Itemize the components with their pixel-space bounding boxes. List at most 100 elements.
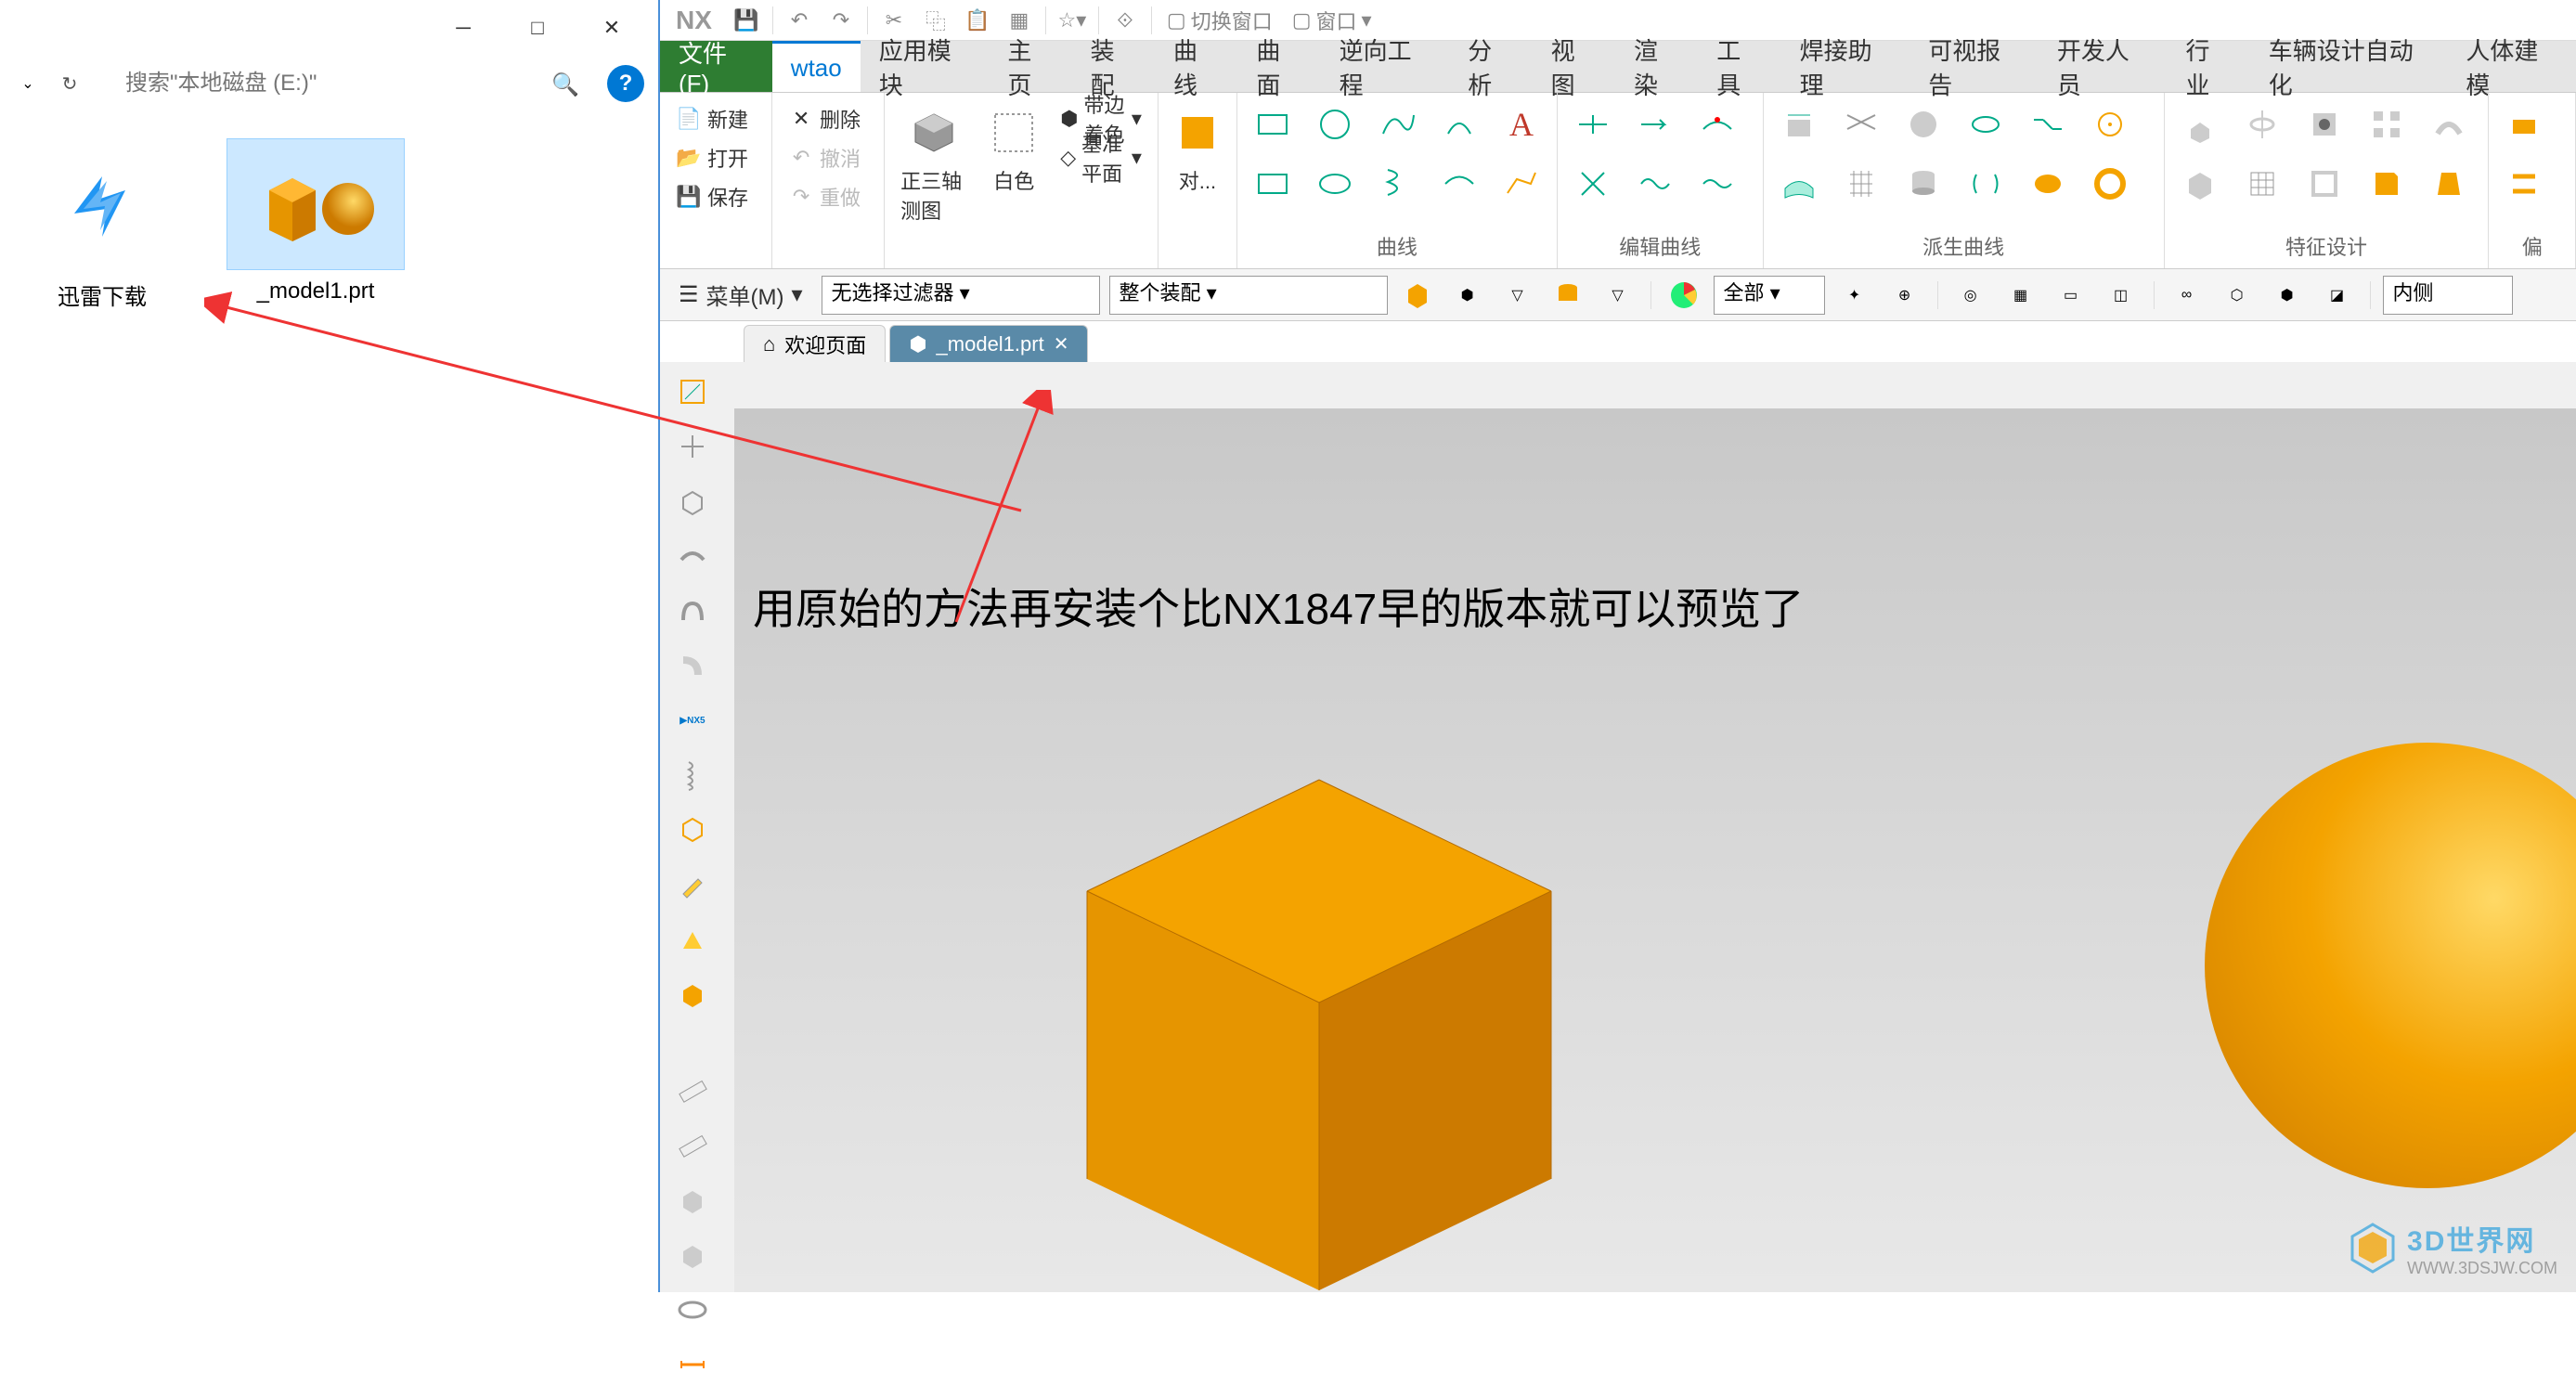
menu-render[interactable]: 渲染 — [1615, 41, 1698, 92]
revolve-tool-icon[interactable] — [672, 1289, 713, 1330]
ruler2-icon[interactable] — [672, 1125, 713, 1166]
new-button[interactable]: 📄新建 — [671, 100, 760, 137]
switch-window-button[interactable]: ▢ 切换窗口 — [1159, 6, 1280, 35]
window-button[interactable]: ▢ 窗口 ▾ — [1285, 6, 1379, 35]
ellipse-icon[interactable] — [1311, 160, 1359, 208]
undo-icon[interactable]: ↶ — [781, 2, 818, 39]
assembly-select[interactable]: 整个装配 ▾ — [1109, 276, 1388, 315]
funnel2-icon[interactable]: ▽ — [1598, 275, 1638, 316]
menu-file[interactable]: 文件(F) — [660, 41, 772, 92]
circle-icon[interactable] — [1311, 100, 1359, 149]
open-button[interactable]: 📂打开 — [671, 139, 760, 176]
link-tool-icon[interactable]: ∞ — [2167, 275, 2207, 316]
minimize-button[interactable]: ─ — [426, 5, 500, 51]
donut-icon[interactable] — [2086, 160, 2134, 208]
tab-model[interactable]: ⬢ _model1.prt ✕ — [889, 325, 1088, 362]
menu-reverse[interactable]: 逆向工程 — [1321, 41, 1450, 92]
overlap-icon[interactable]: ◪ — [2317, 275, 2358, 316]
spring-icon[interactable] — [672, 755, 713, 796]
offset-curve-icon[interactable] — [1961, 100, 2010, 149]
menu-vehicle[interactable]: 车辆设计自动化 — [2250, 41, 2448, 92]
white-button[interactable]: 白色 — [981, 100, 1046, 261]
sweep-icon[interactable] — [2425, 100, 2473, 149]
draft-icon[interactable] — [2425, 160, 2473, 208]
extend-icon[interactable] — [1631, 100, 1679, 149]
menu-developer[interactable]: 开发人员 — [2039, 41, 2168, 92]
helix-icon[interactable] — [1373, 160, 1421, 208]
mesh-icon[interactable] — [1837, 160, 1885, 208]
scissors-icon[interactable] — [1569, 160, 1617, 208]
layer-icon[interactable]: ◫ — [2101, 275, 2142, 316]
filter-select[interactable]: 无选择过滤器 ▾ — [822, 276, 1100, 315]
menu-tool[interactable]: 工具 — [1698, 41, 1780, 92]
menu-app-module[interactable]: 应用模块 — [861, 41, 990, 92]
nx5-icon[interactable]: ▶NX5 — [672, 700, 713, 741]
spline-icon[interactable] — [1373, 100, 1421, 149]
datum-plane-button[interactable]: ◇基准平面▾ — [1055, 139, 1146, 176]
crosshair-icon[interactable]: ◎ — [1950, 275, 1991, 316]
measure-icon[interactable] — [672, 1344, 713, 1385]
file-item-model[interactable]: _model1.prt — [232, 139, 399, 311]
bridge-icon[interactable] — [2024, 100, 2072, 149]
close-button[interactable]: ✕ — [575, 5, 649, 51]
funnel-icon[interactable]: ▽ — [1497, 275, 1538, 316]
pencil-icon[interactable] — [672, 864, 713, 905]
redo-icon[interactable]: ↷ — [822, 2, 860, 39]
nav-dropdown[interactable]: ⌄ — [14, 70, 42, 97]
sketch-icon[interactable] — [672, 371, 713, 412]
text-icon[interactable]: A — [1497, 100, 1546, 149]
hole-icon[interactable] — [2300, 100, 2349, 149]
file-item-thunder[interactable]: 迅雷下载 — [19, 139, 186, 311]
rectangle2-icon[interactable] — [1249, 160, 1297, 208]
hex-tool-icon[interactable]: ⬡ — [2217, 275, 2258, 316]
circle-center-icon[interactable] — [2086, 100, 2134, 149]
delete-button[interactable]: ✕删除 — [783, 100, 873, 137]
surface-tool-icon[interactable] — [672, 536, 713, 576]
cross-icon[interactable]: ✦ — [1834, 275, 1875, 316]
revolve-icon[interactable] — [2238, 100, 2286, 149]
inside-select[interactable]: 内侧 — [2383, 276, 2513, 315]
select-tool-icon[interactable]: ▭ — [2051, 275, 2091, 316]
block-icon[interactable] — [2176, 160, 2224, 208]
maximize-button[interactable]: □ — [500, 5, 575, 51]
chamfer-icon[interactable] — [2362, 160, 2411, 208]
wave-icon[interactable] — [1693, 160, 1741, 208]
menu-wtao[interactable]: wtao — [772, 41, 861, 92]
menu-assembly[interactable]: 装配 — [1072, 41, 1155, 92]
body-icon[interactable] — [672, 481, 713, 522]
save-icon[interactable]: 💾 — [728, 2, 765, 39]
wireframe-icon[interactable] — [672, 809, 713, 850]
box-tool-icon[interactable]: ⬢ — [2267, 275, 2308, 316]
menu-surface[interactable]: 曲面 — [1237, 41, 1320, 92]
extrude-icon[interactable] — [2176, 100, 2224, 149]
pie-icon[interactable] — [1663, 275, 1704, 316]
sphere-curve-icon[interactable] — [1899, 100, 1948, 149]
box3d-icon[interactable] — [672, 1180, 713, 1221]
trim-icon[interactable] — [1569, 100, 1617, 149]
object-button[interactable]: 对... — [1170, 100, 1225, 200]
cylinder-tool-icon[interactable] — [1547, 275, 1588, 316]
menu-view[interactable]: 视图 — [1533, 41, 1615, 92]
arc-icon[interactable] — [1435, 100, 1483, 149]
menu-button[interactable]: ☰ 菜单(M) ▾ — [669, 278, 812, 311]
star-icon[interactable]: ☆▾ — [1054, 2, 1091, 39]
search-icon[interactable]: 🔍 — [551, 71, 579, 98]
tab-welcome[interactable]: ⌂ 欢迎页面 — [744, 325, 886, 362]
redo-button[interactable]: ↷重做 — [783, 178, 873, 215]
refresh-button[interactable]: ↻ — [56, 70, 84, 97]
rectangle-icon[interactable] — [1249, 100, 1297, 149]
menu-industry[interactable]: 行业 — [2167, 41, 2249, 92]
cube-select-icon[interactable] — [1397, 275, 1438, 316]
datum-icon[interactable] — [672, 426, 713, 467]
menu-curve[interactable]: 曲线 — [1155, 41, 1237, 92]
wrap-icon[interactable] — [2024, 160, 2072, 208]
ruler-icon[interactable] — [672, 1070, 713, 1111]
edit-point-icon[interactable] — [1693, 100, 1741, 149]
triangle-icon[interactable] — [672, 919, 713, 960]
close-icon[interactable]: ✕ — [1054, 332, 1069, 356]
cylinder-icon[interactable] — [1899, 160, 1948, 208]
nx-viewport[interactable]: 用原始的方法再安装个比NX1847早的版本就可以预览了 — [734, 408, 2576, 1292]
offset-surface-icon[interactable] — [2500, 100, 2548, 149]
help-icon[interactable]: ? — [607, 65, 644, 102]
menu-weld[interactable]: 焊接助理 — [1781, 41, 1910, 92]
